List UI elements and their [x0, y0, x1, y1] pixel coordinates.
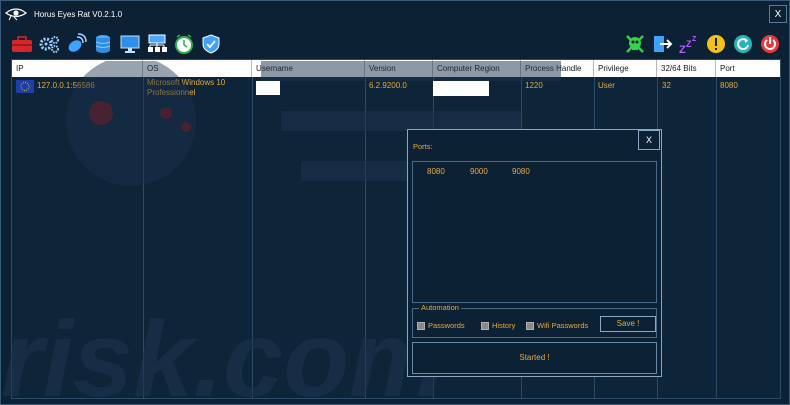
automation-legend: Automation — [419, 303, 461, 312]
svg-text:Z: Z — [679, 44, 686, 55]
column-divider — [252, 77, 253, 398]
passwords-checkbox[interactable]: Passwords — [417, 321, 465, 330]
column-divider — [716, 77, 717, 398]
column-divider — [143, 77, 144, 398]
automation-group: Automation Passwords History Wifi Passwo… — [412, 303, 657, 338]
table-header: IP OS Username Version Computer Region P… — [12, 60, 780, 77]
toolbar: Z Z Z — [1, 29, 789, 57]
column-header-ip[interactable]: IP — [12, 60, 143, 77]
port-item[interactable]: 9000 — [470, 167, 488, 176]
wifi-passwords-checkbox[interactable]: Wifi Passwords — [526, 321, 588, 330]
checkbox-label: Wifi Passwords — [537, 321, 589, 330]
checkbox-label: History — [492, 321, 516, 330]
column-header-os[interactable]: OS — [143, 60, 252, 77]
warning-icon[interactable] — [705, 33, 727, 55]
logout-icon[interactable] — [651, 33, 673, 55]
port-item[interactable]: 9080 — [512, 167, 530, 176]
power-icon[interactable] — [759, 33, 781, 55]
sleep-icon[interactable]: Z Z Z — [678, 33, 700, 55]
skull-icon[interactable] — [624, 33, 646, 55]
network-icon[interactable] — [146, 33, 168, 55]
column-header-bits[interactable]: 32/64 Bits — [657, 60, 716, 77]
ports-dialog: X Ports: 8080 9000 9080 Automation Passw… — [407, 129, 662, 377]
shield-icon[interactable] — [200, 33, 222, 55]
title-bar: Horus Eyes Rat V0.2.1.0 X — [1, 1, 789, 27]
close-button[interactable]: X — [769, 5, 787, 23]
table-cell-port[interactable]: 8080 — [720, 81, 738, 91]
column-header-privilege[interactable]: Privilege — [594, 60, 657, 77]
table-cell-os-line1[interactable]: Microsoft Windows 10 — [147, 78, 225, 88]
eu-flag-icon — [16, 80, 34, 93]
checkbox-box[interactable] — [526, 321, 534, 330]
toolbox-icon[interactable] — [11, 33, 33, 55]
checkbox-label: Passwords — [428, 321, 465, 330]
eye-of-horus-icon — [5, 8, 27, 21]
checkbox-box[interactable] — [481, 321, 489, 330]
table-cell-ip[interactable]: 127.0.0.1:56586 — [37, 81, 95, 91]
app-title: Horus Eyes Rat V0.2.1.0 — [34, 10, 123, 19]
history-checkbox[interactable]: History — [481, 321, 515, 330]
column-header-region[interactable]: Computer Region — [433, 60, 521, 77]
checkbox-box[interactable] — [417, 321, 425, 330]
svg-text:Z: Z — [692, 36, 697, 43]
satellite-icon[interactable] — [65, 33, 87, 55]
column-header-process-handle[interactable]: Process Handle — [521, 60, 594, 77]
port-item[interactable]: 8080 — [427, 167, 445, 176]
monitor-icon[interactable] — [119, 33, 141, 55]
username-redacted — [256, 81, 280, 95]
table-cell-version[interactable]: 6.2.9200.0 — [369, 81, 407, 91]
column-header-port[interactable]: Port — [716, 60, 780, 77]
column-header-version[interactable]: Version — [365, 60, 433, 77]
table-cell-os-line2[interactable]: Professionnel — [147, 88, 195, 98]
clock-icon[interactable] — [173, 33, 195, 55]
table-cell-privilege[interactable]: User — [598, 81, 615, 91]
clients-table: IP OS Username Version Computer Region P… — [11, 59, 781, 399]
column-header-username[interactable]: Username — [252, 60, 365, 77]
save-button[interactable]: Save ! — [600, 316, 656, 332]
table-cell-process-handle[interactable]: 1220 — [525, 81, 543, 91]
ports-list[interactable]: 8080 9000 9080 — [412, 161, 657, 303]
start-button[interactable]: Started ! — [412, 342, 657, 374]
dialog-close-button[interactable]: X — [638, 130, 660, 150]
region-redacted — [433, 81, 489, 96]
settings-icon[interactable] — [38, 33, 60, 55]
ports-label: Ports: — [413, 142, 433, 151]
refresh-icon[interactable] — [732, 33, 754, 55]
main-window: Horus Eyes Rat V0.2.1.0 X Z Z Z IP OS Us… — [0, 0, 790, 405]
table-cell-bits[interactable]: 32 — [662, 81, 671, 91]
column-divider — [365, 77, 366, 398]
database-icon[interactable] — [92, 33, 114, 55]
